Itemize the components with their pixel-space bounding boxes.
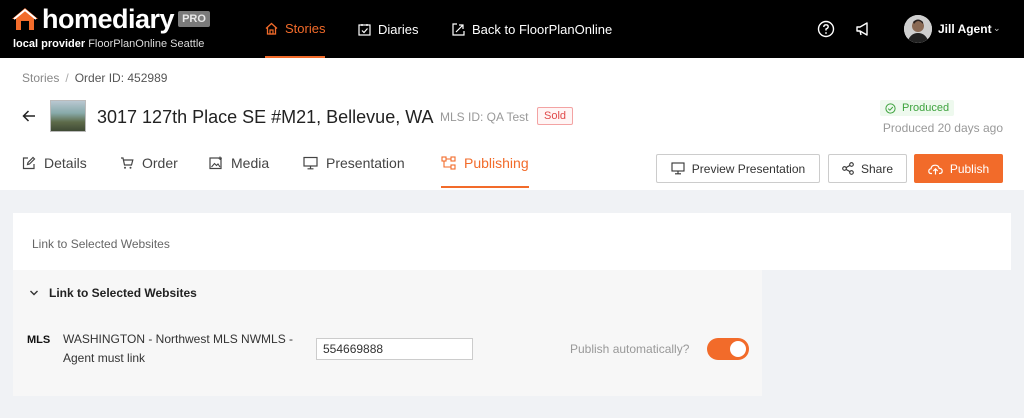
user-photo-icon [904, 15, 932, 43]
tab-media[interactable]: Media [209, 155, 269, 188]
edit-icon [22, 156, 36, 170]
top-navigation-bar: homediary PRO local provider FloorPlanOn… [0, 0, 1024, 58]
breadcrumb: Stories / Order ID: 452989 [22, 71, 167, 85]
nav-diaries[interactable]: Diaries [358, 0, 418, 58]
monitor-icon [671, 162, 685, 175]
share-button-label: Share [860, 161, 894, 176]
provider-name: FloorPlanOnline Seattle [88, 38, 205, 50]
mls-logo: MLS [27, 334, 51, 346]
share-icon [842, 162, 854, 175]
publishing-panel-header: Link to Selected Websites [13, 213, 1011, 270]
section-title: Link to Selected Websites [49, 286, 197, 300]
logo-text-diary: diary [112, 4, 175, 34]
local-provider: local provider FloorPlanOnline Seattle [13, 38, 204, 50]
image-add-icon [209, 156, 222, 170]
publish-button[interactable]: Publish [914, 154, 1003, 183]
share-button[interactable]: Share [828, 154, 907, 183]
nav-diaries-label: Diaries [378, 21, 419, 37]
calendar-check-icon [358, 23, 371, 36]
tab-publishing[interactable]: Publishing [441, 155, 529, 188]
megaphone-icon[interactable] [855, 20, 873, 38]
toggle-knob [730, 341, 746, 357]
breadcrumb-order-id: Order ID: 452989 [74, 71, 168, 85]
tab-details-label: Details [44, 155, 87, 171]
preview-button-label: Preview Presentation [691, 161, 806, 176]
publish-automatically-label: Publish automatically? [570, 342, 690, 356]
nav-back-to-floorplanonline[interactable]: Back to FloorPlanOnline [452, 0, 612, 58]
cloud-upload-icon [928, 164, 943, 174]
produced-badge: Produced [880, 100, 955, 116]
home-icon [265, 22, 278, 35]
panel-title: Link to Selected Websites [32, 237, 170, 251]
publish-automatically-toggle[interactable] [707, 338, 749, 360]
provider-label: local provider [13, 38, 86, 50]
mls-agent-id-input[interactable] [316, 338, 473, 360]
tab-order-label: Order [142, 155, 178, 171]
tab-order[interactable]: Order [120, 155, 178, 188]
tab-presentation-label: Presentation [326, 155, 405, 171]
section-toggle[interactable]: Link to Selected Websites [29, 286, 197, 300]
help-icon[interactable] [817, 20, 835, 38]
breadcrumb-stories[interactable]: Stories [22, 71, 59, 85]
back-arrow-icon[interactable] [22, 109, 36, 123]
avatar[interactable] [904, 15, 932, 43]
house-logo-icon [12, 8, 38, 30]
check-circle-icon [885, 102, 896, 114]
monitor-icon [303, 156, 318, 170]
tab-presentation[interactable]: Presentation [303, 155, 405, 188]
order-header: Stories / Order ID: 452989 3017 127th Plac… [0, 58, 1024, 190]
nav-back-label: Back to FloorPlanOnline [472, 21, 613, 37]
breadcrumb-separator: / [65, 71, 69, 85]
mls-website-name: WASHINGTON - Northwest MLS NWMLS - Agent… [63, 332, 294, 365]
publish-button-label: Publish [949, 161, 990, 176]
homediary-logo[interactable]: homediary PRO [10, 4, 210, 34]
property-thumbnail [50, 100, 86, 132]
chevron-down-icon[interactable]: ⌄ [993, 23, 1001, 34]
produced-timestamp: Produced 20 days ago [882, 121, 1003, 135]
cart-icon [121, 157, 134, 169]
link-websites-section: Link to Selected Websites MLS WASHINGTON… [13, 270, 762, 396]
external-back-icon [452, 22, 465, 36]
tab-details[interactable]: Details [22, 155, 87, 188]
status-badge: Sold [537, 107, 574, 125]
user-name[interactable]: Jill Agent [938, 22, 992, 36]
produced-label: Produced [902, 102, 950, 114]
pro-badge: PRO [178, 11, 210, 27]
logo-text-home: home [42, 4, 113, 34]
nav-stories-label: Stories [285, 20, 326, 36]
chevron-down-icon [30, 290, 38, 296]
nav-stories[interactable]: Stories [265, 0, 326, 58]
mls-id: MLS ID: QA Test [440, 110, 529, 124]
tab-media-label: Media [231, 155, 270, 171]
share-nodes-icon [441, 156, 456, 170]
tab-publishing-label: Publishing [464, 155, 529, 171]
property-address: 3017 127th Place SE #M21, Bellevue, WA [97, 107, 434, 127]
preview-presentation-button[interactable]: Preview Presentation [656, 154, 820, 183]
